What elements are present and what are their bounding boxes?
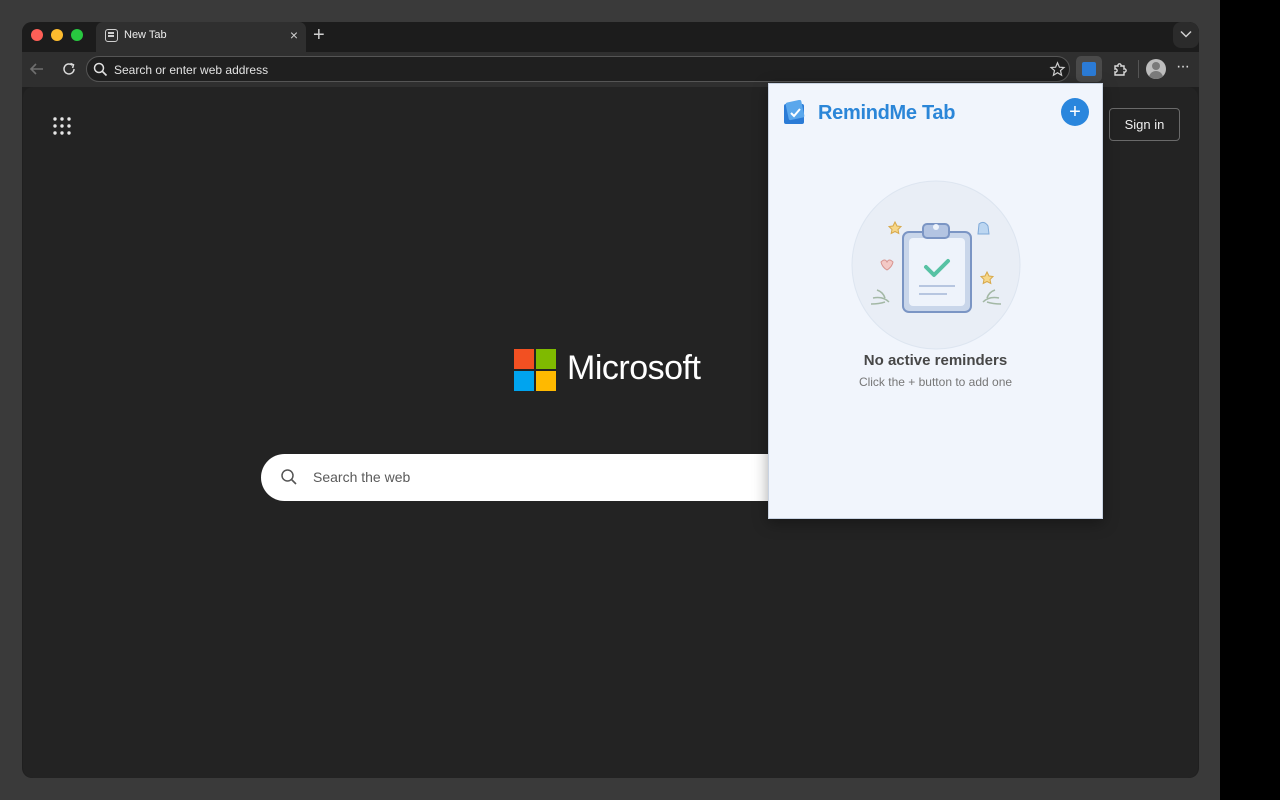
chevron-down-icon [1180,30,1192,38]
close-window-button[interactable] [31,29,43,41]
empty-state-title: No active reminders [863,352,1008,369]
popup-title: RemindMe Tab [818,102,956,124]
reload-icon[interactable] [61,61,77,77]
minimize-window-button[interactable] [51,29,63,41]
sign-in-button[interactable]: Sign in [1109,108,1180,141]
tab-close-icon[interactable]: × [290,27,298,43]
remindme-logo-icon [784,100,805,124]
new-tab-button[interactable]: + [313,24,325,46]
search-icon [281,469,297,485]
remindme-popup: RemindMe Tab + No active reminders Click… [768,83,1103,519]
page-icon [105,29,118,42]
toolbar-divider [1138,60,1139,78]
tab-title: New Tab [124,29,167,41]
profile-avatar-icon[interactable] [1146,59,1166,79]
web-search-box[interactable]: Search the web [261,454,821,501]
tab-strip: New Tab × + [22,22,1199,52]
microsoft-logo-icon [514,349,558,393]
remindme-extension-button[interactable] [1076,56,1102,82]
back-arrow-icon[interactable] [28,60,46,78]
tab-new-tab[interactable]: New Tab × [96,22,306,52]
toolbar: Search or enter web address ··· [22,52,1199,87]
add-reminder-button[interactable]: + [1061,98,1089,126]
tab-list-button[interactable] [1173,22,1199,48]
address-bar-placeholder: Search or enter web address [114,63,269,77]
search-icon [93,62,108,77]
remindme-icon [1082,62,1096,76]
clipboard-check-icon [851,180,1021,350]
extensions-puzzle-icon[interactable] [1112,61,1128,77]
favorite-star-icon[interactable] [1049,61,1066,78]
web-search-placeholder: Search the web [313,469,411,485]
more-options-icon[interactable]: ··· [1176,59,1190,75]
desktop-edge [1220,0,1280,800]
brand-name: Microsoft [567,349,701,387]
app-launcher-icon[interactable] [53,117,71,135]
empty-state-subtitle: Click the + button to add one [858,375,1013,389]
maximize-window-button[interactable] [71,29,83,41]
address-bar[interactable]: Search or enter web address [86,56,1070,82]
